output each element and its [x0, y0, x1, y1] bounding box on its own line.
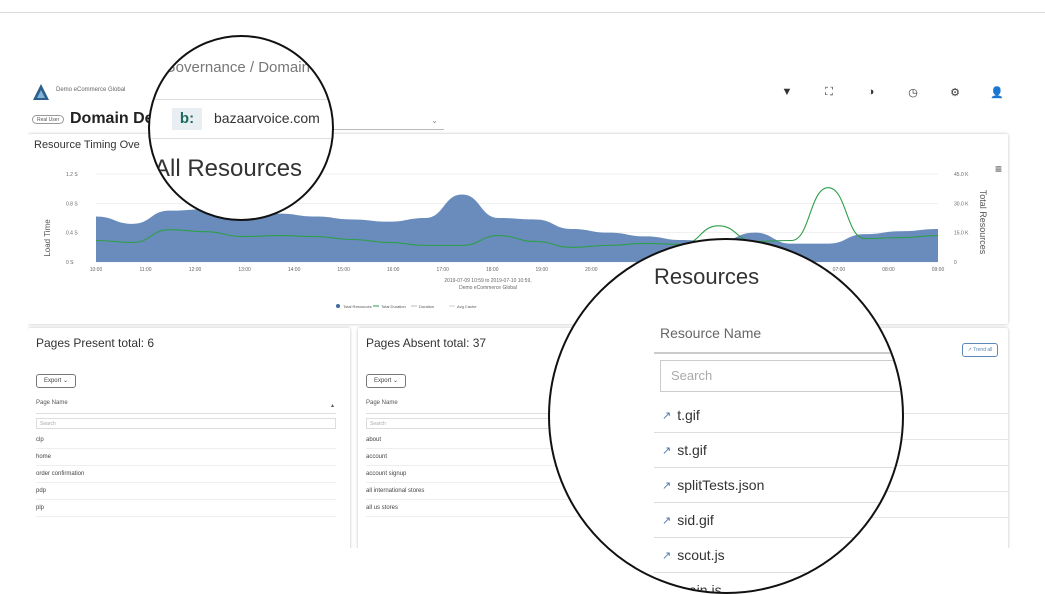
resource-name: scout.js: [677, 547, 725, 563]
legend-item: Avg Cache: [457, 304, 477, 309]
magnifier-domain: Governance / Domain D b: bazaarvoice.com…: [148, 35, 334, 221]
user-icon[interactable]: 👤: [976, 84, 1018, 100]
column-label: Page Name: [366, 400, 398, 406]
resource-name: t.gif: [677, 407, 700, 423]
column-label: Page Name: [36, 400, 68, 406]
x-tick-label: 16:00: [387, 267, 400, 273]
resource-row[interactable]: ↗ t.gif: [654, 398, 902, 433]
trend-icon[interactable]: ↗: [662, 584, 671, 593]
x-tick-label: 14:00: [288, 267, 301, 273]
x-tick-label: 12:00: [189, 267, 202, 273]
resource-row[interactable]: ↗ sid.gif: [654, 503, 902, 538]
filter-icon[interactable]: ▼: [766, 84, 808, 100]
legend-swatch: [336, 304, 340, 308]
y-right-tick-label: 30.0 K: [954, 201, 969, 207]
x-tick-label: 08:00: [882, 267, 895, 273]
top-divider: [0, 12, 1045, 13]
y-left-tick-label: 0 S: [66, 260, 74, 266]
resource-name: sid.gif: [677, 512, 714, 528]
trend-icon[interactable]: ↗: [662, 479, 671, 492]
pages-present-card: Pages Present total: 6 Export ⌄ Page Nam…: [28, 328, 350, 548]
fullscreen-icon[interactable]: ⛶: [808, 84, 850, 100]
sort-icon: ▴: [330, 403, 334, 409]
x-tick-label: 13:00: [238, 267, 251, 273]
contrast-icon[interactable]: ◑: [850, 84, 892, 100]
resource-list: ↗ t.gif ↗ st.gif ↗ splitTests.json ↗ sid.gif ↗ sc…: [654, 398, 902, 594]
app-logo: [33, 84, 49, 100]
magnifier-resources: Resources Resource Name Search ↗ t.gif ↗ st…: [548, 238, 904, 594]
resource-name: main.js: [677, 582, 722, 594]
y-left-tick-label: 1.2 S: [66, 172, 78, 178]
x-tick-label: 20:00: [585, 267, 598, 273]
y-left-tick-label: 0.8 S: [66, 201, 78, 207]
settings-icon[interactable]: ⚙: [934, 84, 976, 100]
x-tick-label: 07:00: [833, 267, 846, 273]
pages-absent-title: Pages Absent total: 37: [366, 336, 487, 350]
legend-item: Total Resources: [343, 304, 372, 309]
export-button[interactable]: Export ⌄: [36, 374, 76, 388]
x-tick-label: 15:00: [337, 267, 350, 273]
bazaarvoice-logo: b:: [172, 108, 202, 130]
resources-title: Resources: [654, 264, 760, 289]
breadcrumb: Governance / Domain D: [164, 59, 325, 76]
y-right-tick-label: 15.0 K: [954, 231, 969, 237]
domain-bar: b: bazaarvoice.com: [150, 99, 332, 139]
trend-icon[interactable]: ↗: [662, 409, 671, 422]
list-item[interactable]: plp: [36, 500, 336, 517]
y-right-axis-label: Total Resources: [978, 190, 988, 255]
list-item[interactable]: clp: [36, 432, 336, 449]
resource-row[interactable]: ↗ main.js: [654, 573, 902, 594]
x-tick-label: 09:00: [932, 267, 945, 273]
resource-name: st.gif: [677, 442, 707, 458]
all-resources-title: All Resources: [154, 155, 303, 182]
resource-row[interactable]: ↗ st.gif: [654, 433, 902, 468]
trend-icon[interactable]: ↗: [662, 444, 671, 457]
trend-icon[interactable]: ↗: [662, 549, 671, 562]
resource-row[interactable]: ↗ scout.js: [654, 538, 902, 573]
list-item[interactable]: pdp: [36, 483, 336, 500]
y-right-tick-label: 45.0 K: [954, 172, 969, 178]
page-name-column-header[interactable]: Page Name ▴: [36, 400, 336, 414]
resource-search-input[interactable]: Search: [660, 360, 902, 392]
y-left-tick-label: 0.4 S: [66, 231, 78, 237]
page-title: Domain Det: [70, 110, 159, 127]
x-tick-label: 17:00: [436, 267, 449, 273]
column-divider: [654, 352, 902, 354]
legend-item: Total Duration: [381, 304, 406, 309]
clock-icon[interactable]: ◷: [892, 84, 934, 100]
real-user-badge: Real User: [32, 115, 65, 124]
resource-row[interactable]: ↗ splitTests.json: [654, 468, 902, 503]
x-tick-label: 18:00: [486, 267, 499, 273]
pages-present-title: Pages Present total: 6: [36, 336, 155, 350]
header-toolbar: ▼ ⛶ ◑ ◷ ⚙ 👤: [766, 84, 1018, 100]
list-item[interactable]: home: [36, 449, 336, 466]
list-item[interactable]: order confirmation: [36, 466, 336, 483]
legend-item: Duration: [419, 304, 434, 309]
x-tick-label: 10:00: [90, 267, 103, 273]
app-name: Demo eCommerce Global: [56, 87, 126, 93]
domain-select[interactable]: ⌄: [328, 112, 444, 130]
resource-name: splitTests.json: [677, 477, 765, 493]
y-right-tick-label: 0: [954, 260, 957, 266]
pages-present-list: clp home order confirmation pdp plp: [36, 432, 336, 517]
trend-icon[interactable]: ↗: [662, 514, 671, 527]
y-left-axis-label: Load Time: [43, 219, 52, 257]
trend-all-button[interactable]: ↗ Trend all: [962, 343, 998, 357]
date-range-line1: 2019-07-09 10:59 to 2019-07-10 10:59,: [444, 278, 531, 284]
x-tick-label: 19:00: [536, 267, 549, 273]
date-range-line2: Demo eCommerce Global: [459, 285, 517, 291]
resource-name-column-header[interactable]: Resource Name: [660, 325, 761, 341]
domain-name: bazaarvoice.com: [214, 110, 320, 126]
export-button[interactable]: Export ⌄: [366, 374, 406, 388]
chevron-down-icon: ⌄: [431, 116, 438, 125]
search-input[interactable]: Search: [36, 418, 336, 429]
x-tick-label: 11:00: [139, 267, 151, 273]
